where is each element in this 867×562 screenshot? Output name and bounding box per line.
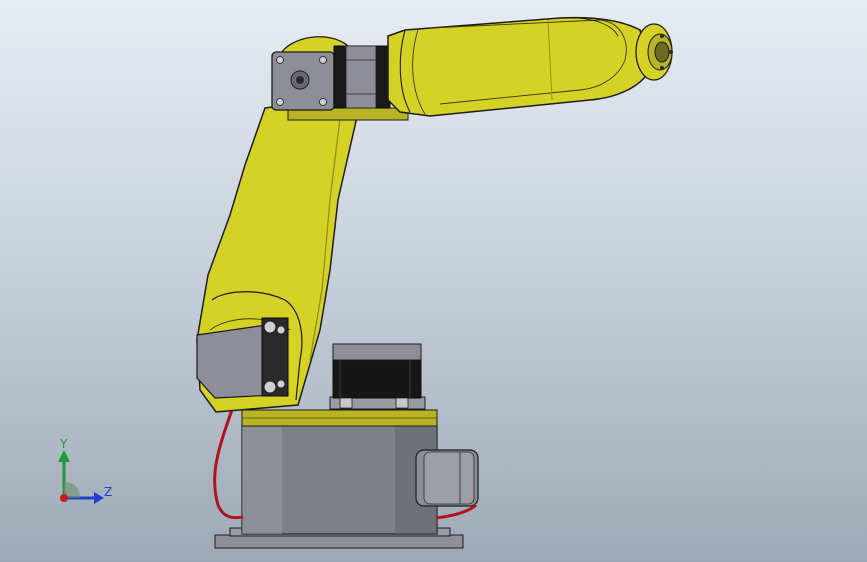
base-cylinder[interactable] xyxy=(241,409,438,535)
wrist-flange[interactable] xyxy=(635,23,673,81)
upper-arm-link[interactable] xyxy=(387,16,651,117)
z-axis-label: Z xyxy=(104,485,112,499)
base-stepper-motor[interactable] xyxy=(329,343,426,410)
robot-arm-model[interactable] xyxy=(0,0,867,562)
base-side-connector[interactable] xyxy=(415,449,479,507)
x-axis-dot xyxy=(60,494,68,502)
y-axis-label: Y xyxy=(59,437,68,451)
3d-viewport[interactable]: Y Z xyxy=(0,0,867,562)
coordinate-triad: Y Z xyxy=(58,437,112,504)
elbow-motor[interactable] xyxy=(271,45,391,111)
